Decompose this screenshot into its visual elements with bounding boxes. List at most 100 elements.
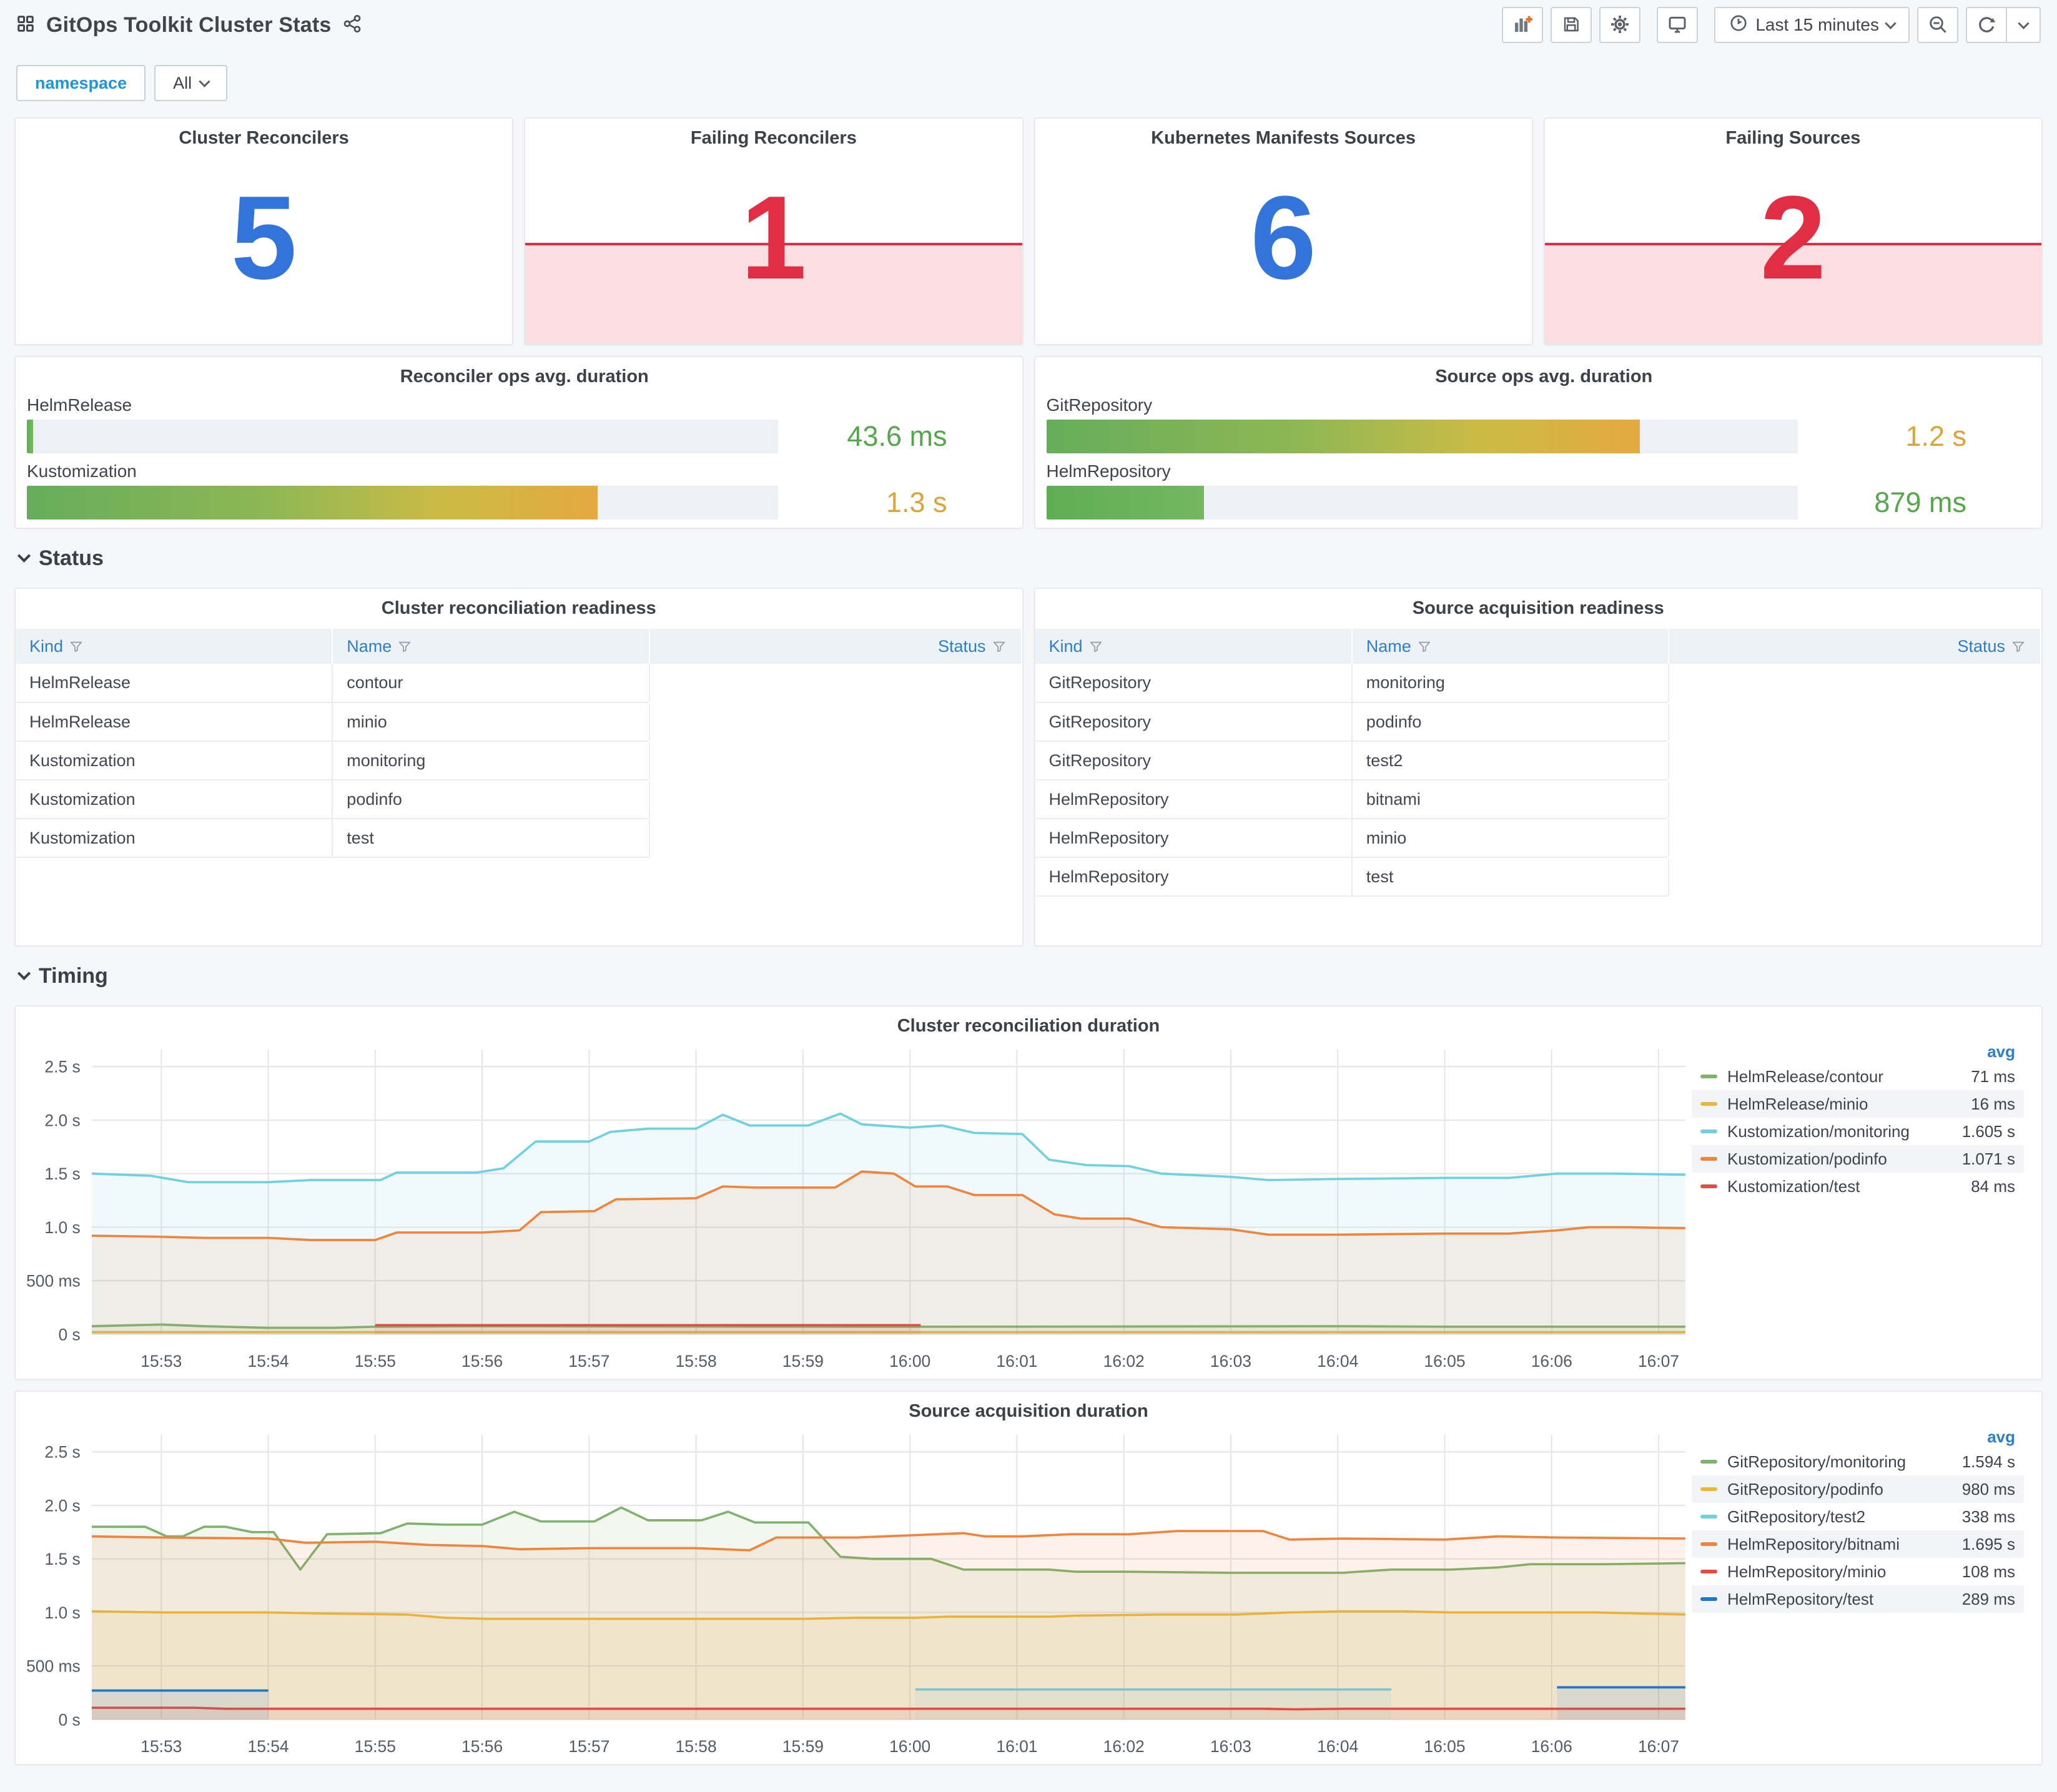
- legend-item[interactable]: HelmRepository/minio 108 ms: [1692, 1558, 2024, 1585]
- cell-kind: Kustomization: [16, 741, 333, 780]
- column-header-status[interactable]: Status: [1669, 629, 2041, 664]
- panel-title[interactable]: Kubernetes Manifests Sources: [1035, 119, 1532, 149]
- gauge-track: [1046, 486, 1798, 519]
- table-header-row: Kind Name Status: [16, 629, 1022, 664]
- x-axis-label: 15:59: [782, 1352, 824, 1371]
- chevron-down-icon: [2017, 17, 2030, 29]
- add-panel-button[interactable]: [1502, 7, 1544, 43]
- legend-series-value: 289 ms: [1961, 1589, 2015, 1608]
- time-series-plot[interactable]: 0 s 500 ms 1.0 s 1.5 s 2.0 s 2.5 s 15:53 15:54 1…: [16, 1039, 1692, 1379]
- x-axis-label: 15:57: [568, 1737, 609, 1756]
- gauge-value: 43.6 ms: [847, 420, 947, 452]
- column-header-name[interactable]: Name: [332, 629, 650, 664]
- cycle-view-mode-button[interactable]: [1657, 7, 1699, 43]
- readiness-table: Kind Name Status HelmRelease contour Ready Hel…: [16, 629, 1022, 859]
- legend-item[interactable]: Kustomization/podinfo 1.071 s: [1692, 1145, 2024, 1173]
- filter-icon[interactable]: [2011, 640, 2025, 654]
- panel-title[interactable]: Failing Sources: [1545, 119, 2041, 149]
- x-axis-label: 15:58: [676, 1737, 717, 1756]
- stat-panel: Failing Reconcilers 1: [524, 117, 1024, 345]
- table-body: HelmRelease contour Ready HelmRelease minio R…: [16, 664, 1022, 859]
- x-axis-label: 16:02: [1103, 1352, 1145, 1371]
- legend-item[interactable]: GitRepository/monitoring 1.594 s: [1692, 1448, 2024, 1475]
- column-header-label: Status: [1957, 636, 2005, 656]
- panel-title[interactable]: Source acquisition readiness: [1035, 589, 2042, 619]
- column-header-kind[interactable]: Kind: [1035, 629, 1353, 664]
- x-axis-label: 16:01: [996, 1737, 1037, 1756]
- table-row: HelmRepository bitnami Ready: [1035, 780, 2041, 820]
- x-axis-label: 16:04: [1317, 1352, 1358, 1371]
- legend-item[interactable]: HelmRepository/bitnami 1.695 s: [1692, 1530, 2024, 1558]
- time-series-plot[interactable]: 0 s 500 ms 1.0 s 1.5 s 2.0 s 2.5 s 15:53 15:54 1…: [16, 1424, 1692, 1764]
- filter-icon[interactable]: [992, 640, 1006, 654]
- filter-icon[interactable]: [69, 640, 83, 654]
- legend-item[interactable]: GitRepository/podinfo 980 ms: [1692, 1475, 2024, 1503]
- cell-name: monitoring: [1351, 664, 1670, 703]
- gauge-value: 879 ms: [1874, 486, 1966, 518]
- panel-title[interactable]: Source acquisition duration: [16, 1392, 2041, 1422]
- panel-title[interactable]: Cluster Reconcilers: [16, 119, 512, 149]
- panel-title[interactable]: Failing Reconcilers: [525, 119, 1022, 149]
- gauge-row: Reconciler ops avg. duration HelmRelease 4…: [14, 356, 2043, 529]
- x-axis-label: 16:03: [1210, 1737, 1251, 1756]
- status-badge: Ready: [649, 664, 1022, 704]
- legend-item[interactable]: HelmRelease/contour 71 ms: [1692, 1063, 2024, 1090]
- dashboard-settings-button[interactable]: [1599, 7, 1641, 43]
- legend-item[interactable]: GitRepository/test2 338 ms: [1692, 1503, 2024, 1530]
- share-icon[interactable]: [342, 14, 362, 37]
- gauge-fill: [27, 420, 33, 453]
- column-header-status[interactable]: Status: [649, 629, 1022, 664]
- cell-kind: HelmRelease: [16, 664, 333, 703]
- x-axis-label: 16:02: [1103, 1737, 1145, 1756]
- legend-avg-header[interactable]: avg: [1692, 1040, 2024, 1063]
- y-axis-label: 1.5 s: [44, 1550, 80, 1568]
- gauge-line: 1.3 s: [27, 486, 1022, 519]
- cell-kind: HelmRepository: [1035, 819, 1353, 858]
- panel-title[interactable]: Source ops avg. duration: [1047, 357, 2042, 387]
- legend-avg-header[interactable]: avg: [1692, 1425, 2024, 1448]
- gauge-track: [27, 486, 779, 519]
- column-header-label: Name: [347, 636, 392, 656]
- x-axis-label: 16:05: [1424, 1737, 1465, 1756]
- x-axis-label: 15:55: [355, 1737, 396, 1756]
- panel-title[interactable]: Reconciler ops avg. duration: [27, 357, 1022, 387]
- zoom-out-icon: [1928, 14, 1948, 36]
- column-header-name[interactable]: Name: [1351, 629, 1670, 664]
- namespace-variable-value-dropdown[interactable]: All: [154, 65, 228, 101]
- section-status-toggle[interactable]: Status: [17, 544, 2038, 573]
- y-axis-label: 2.5 s: [44, 1057, 80, 1076]
- filter-icon[interactable]: [1089, 640, 1103, 654]
- dashboard-grid-icon: [16, 14, 35, 36]
- table-row: Kustomization monitoring Ready: [16, 741, 1022, 781]
- legend-swatch: [1700, 1597, 1717, 1601]
- table-header: Kind Name Status: [1035, 629, 2041, 664]
- legend-item[interactable]: Kustomization/test 84 ms: [1692, 1173, 2024, 1200]
- legend-series-name: Kustomization/test: [1727, 1176, 1860, 1196]
- x-axis-label: 16:00: [889, 1352, 930, 1371]
- column-header-label: Kind: [29, 636, 64, 656]
- table-header: Kind Name Status: [16, 629, 1022, 664]
- filter-icon[interactable]: [398, 640, 412, 654]
- refresh-button[interactable]: [1966, 7, 2007, 43]
- x-axis-label: 15:54: [248, 1737, 289, 1756]
- monitor-icon: [1667, 14, 1687, 36]
- time-series-panel: Cluster reconciliation duration 0 s 500 ms…: [14, 1005, 2043, 1380]
- legend-swatch: [1700, 1515, 1717, 1519]
- cell-name: podinfo: [1351, 702, 1670, 742]
- chart-legend: avg GitRepository/monitoring 1.594 s GitRep…: [1692, 1424, 2041, 1764]
- stat-value: 5: [230, 172, 297, 305]
- save-dashboard-button[interactable]: [1551, 7, 1592, 43]
- stat-panel: Cluster Reconcilers 5: [14, 117, 514, 345]
- legend-item[interactable]: Kustomization/monitoring 1.605 s: [1692, 1118, 2024, 1145]
- refresh-interval-button[interactable]: [2007, 7, 2041, 43]
- panel-title[interactable]: Cluster reconciliation duration: [16, 1007, 2041, 1036]
- column-header-kind[interactable]: Kind: [16, 629, 333, 664]
- time-range-picker[interactable]: Last 15 minutes: [1714, 7, 1910, 43]
- legend-item[interactable]: HelmRepository/test 289 ms: [1692, 1585, 2024, 1613]
- section-timing-toggle[interactable]: Timing: [17, 962, 2038, 990]
- legend-item[interactable]: HelmRelease/minio 16 ms: [1692, 1090, 2024, 1118]
- panel-title[interactable]: Cluster reconciliation readiness: [16, 589, 1022, 619]
- filter-icon[interactable]: [1418, 640, 1431, 654]
- namespace-variable-label[interactable]: namespace: [16, 65, 146, 101]
- zoom-out-button[interactable]: [1917, 7, 1958, 43]
